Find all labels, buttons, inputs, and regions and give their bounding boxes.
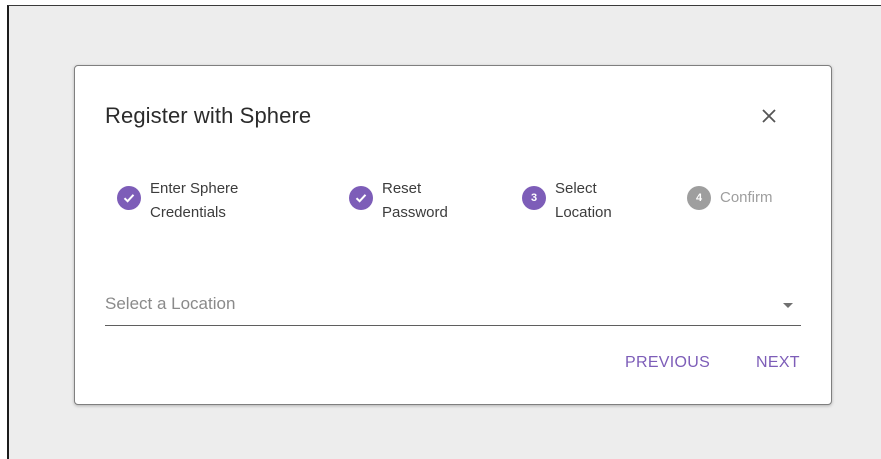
- close-button[interactable]: [755, 102, 783, 130]
- step-enter-credentials: Enter Sphere Credentials: [117, 177, 238, 225]
- step-2-complete-icon: [349, 186, 373, 210]
- previous-button[interactable]: PREVIOUS: [619, 350, 716, 376]
- step-2-label: Reset Password: [382, 180, 448, 221]
- step-4-number: 4: [695, 192, 703, 204]
- step-1-complete-icon: [117, 186, 141, 210]
- step-4-label: Confirm: [720, 189, 773, 206]
- step-confirm: 4 Confirm: [687, 177, 773, 210]
- check-icon: [355, 194, 367, 203]
- location-select-placeholder: Select a Location: [105, 294, 236, 313]
- close-icon: [762, 109, 776, 123]
- register-dialog: Register with Sphere Enter Sphere Creden…: [74, 65, 832, 405]
- chevron-down-icon[interactable]: [783, 303, 793, 308]
- step-reset-password: Reset Password: [349, 177, 448, 225]
- step-1-label: Enter Sphere Credentials: [150, 180, 239, 221]
- location-select[interactable]: Select a Location: [105, 288, 801, 326]
- next-button[interactable]: NEXT: [750, 350, 806, 376]
- dialog-title: Register with Sphere: [105, 103, 312, 128]
- step-3-label: Select Location: [555, 180, 612, 221]
- step-4-badge: 4: [687, 186, 711, 210]
- step-3-number: 3: [530, 192, 538, 204]
- step-select-location: 3 Select Location: [522, 177, 612, 225]
- check-icon: [123, 194, 135, 203]
- step-3-badge: 3: [522, 186, 546, 210]
